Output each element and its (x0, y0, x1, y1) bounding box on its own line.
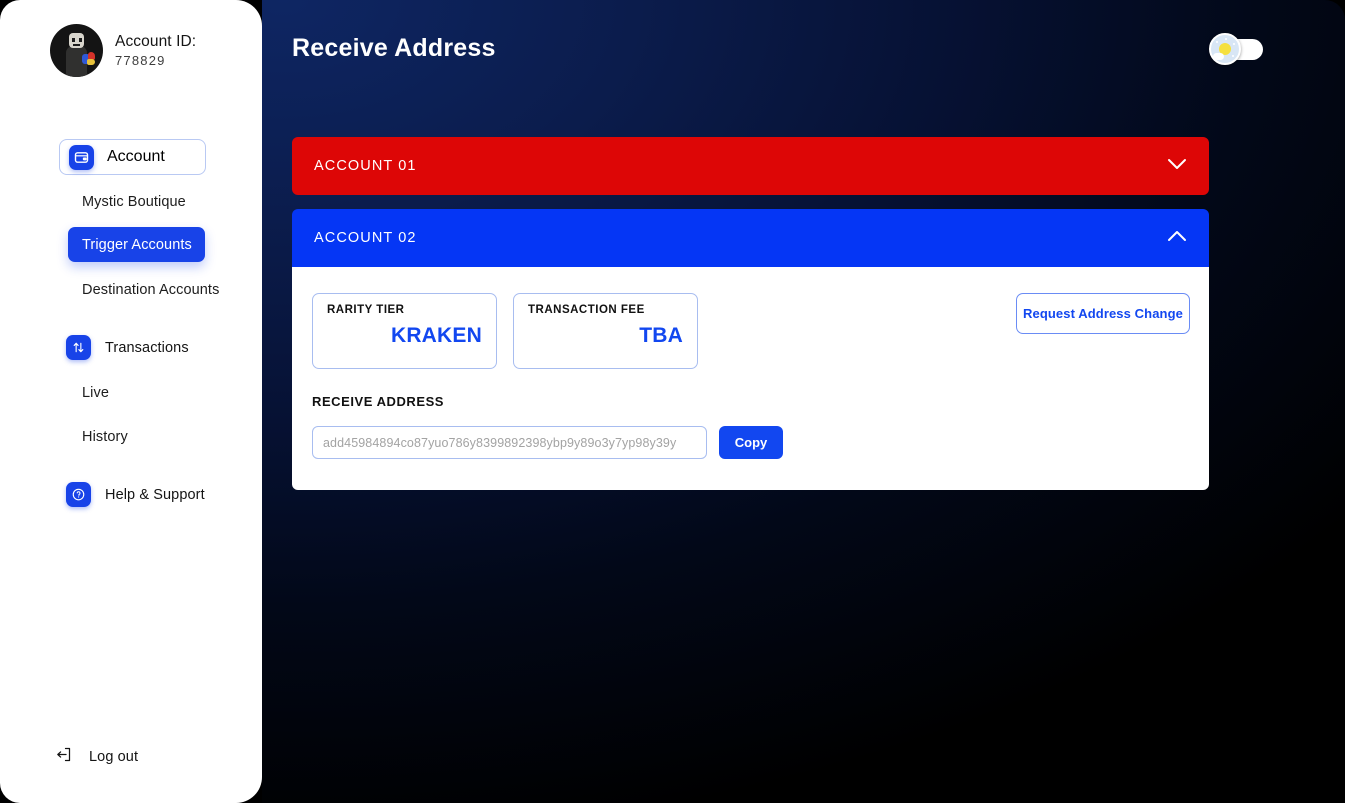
receive-address-input[interactable] (312, 426, 707, 459)
exchange-arrows-icon (66, 335, 91, 360)
account-01-header[interactable]: ACCOUNT 01 (292, 137, 1209, 195)
sidebar-item-transactions-label: Transactions (105, 339, 189, 356)
page-title: Receive Address (292, 34, 496, 62)
transaction-fee-value: TBA (639, 324, 683, 347)
sidebar-item-account-label: Account (107, 148, 165, 165)
main-content-area: Receive Address ACCOUNT 01 ACCOUNT 02 RA… (262, 0, 1345, 803)
chevron-down-icon[interactable] (1167, 158, 1187, 174)
transaction-fee-card: TRANSACTION FEE TBA (513, 293, 698, 369)
wallet-icon (69, 144, 94, 170)
account-id-label: Account ID: (115, 32, 197, 50)
receive-address-row: Copy (312, 426, 1189, 459)
chevron-up-icon[interactable] (1167, 230, 1187, 246)
app-window: Receive Address ACCOUNT 01 ACCOUNT 02 RA… (0, 0, 1345, 803)
logout-arrow-icon (56, 747, 72, 767)
avatar (50, 24, 103, 77)
accounts-accordion: ACCOUNT 01 ACCOUNT 02 RARITY TIER KRAKEN… (292, 137, 1209, 490)
request-address-change-button[interactable]: Request Address Change (1016, 293, 1190, 334)
question-circle-icon (66, 482, 91, 507)
sidebar-item-account[interactable]: Account (59, 139, 206, 175)
account-02-header[interactable]: ACCOUNT 02 (292, 209, 1209, 267)
account-01-title: ACCOUNT 01 (314, 158, 417, 174)
sun-cloud-icon (1209, 33, 1241, 65)
sidebar: Account ID: 778829 Account Mystic Boutiq… (0, 0, 262, 803)
rarity-tier-label: RARITY TIER (327, 304, 405, 316)
copy-button[interactable]: Copy (719, 426, 783, 459)
sidebar-item-trigger-accounts-label: Trigger Accounts (82, 236, 192, 253)
account-02-panel: RARITY TIER KRAKEN TRANSACTION FEE TBA R… (292, 267, 1209, 490)
account-id-value: 778829 (115, 53, 166, 69)
sidebar-item-help-support[interactable]: Help & Support (66, 482, 205, 507)
theme-toggle-switch[interactable] (1209, 33, 1263, 65)
receive-address-label: RECEIVE ADDRESS (312, 394, 445, 409)
sidebar-item-destination-accounts[interactable]: Destination Accounts (82, 282, 219, 298)
logout-button[interactable]: Log out (56, 747, 138, 767)
sidebar-item-help-support-label: Help & Support (105, 486, 205, 503)
sidebar-item-transactions[interactable]: Transactions (66, 335, 189, 360)
rarity-tier-card: RARITY TIER KRAKEN (312, 293, 497, 369)
rarity-tier-value: KRAKEN (390, 324, 482, 347)
account-02-title: ACCOUNT 02 (314, 230, 417, 246)
sidebar-item-history[interactable]: History (82, 429, 128, 445)
parrot-icon (82, 52, 96, 66)
account-header: Account ID: 778829 (0, 0, 262, 77)
sidebar-item-live[interactable]: Live (82, 385, 109, 401)
sidebar-item-trigger-accounts[interactable]: Trigger Accounts (68, 227, 205, 262)
transaction-fee-label: TRANSACTION FEE (528, 304, 645, 316)
page-header: Receive Address (292, 34, 1345, 63)
logout-label: Log out (89, 749, 139, 765)
sidebar-item-mystic-boutique[interactable]: Mystic Boutique (82, 194, 186, 210)
